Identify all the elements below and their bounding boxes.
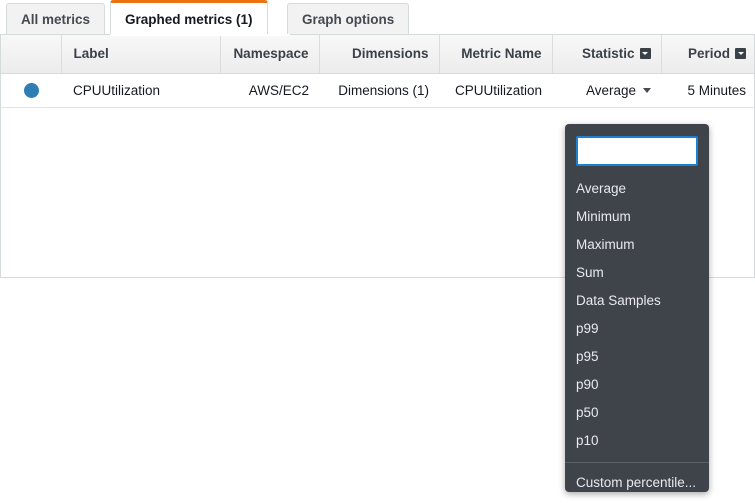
table-row[interactable]: CPUUtilization AWS/EC2 Dimensions (1) CP… [1,73,755,107]
column-header-dimensions-text: Dimensions [352,46,429,61]
statistic-option-data-samples[interactable]: Data Samples [565,287,709,315]
statistic-option-minimum[interactable]: Minimum [565,203,709,231]
tab-all-metrics[interactable]: All metrics [6,3,105,35]
tab-bar: All metrics Graphed metrics (1) Graph op… [0,0,755,38]
statistic-option-maximum[interactable]: Maximum [565,231,709,259]
column-header-period[interactable]: Period [661,35,755,73]
statistic-option-p10[interactable]: p10 [565,427,709,455]
column-header-namespace[interactable]: Namespace [220,35,319,73]
period-column-menu-icon[interactable] [735,48,746,59]
row-label-cell[interactable]: CPUUtilization [61,73,220,107]
row-namespace-cell: AWS/EC2 [220,73,319,107]
tab-graph-options-label: Graph options [302,12,394,27]
statistic-option-average[interactable]: Average [565,175,709,203]
column-header-metric-name[interactable]: Metric Name [439,35,552,73]
table-body: CPUUtilization AWS/EC2 Dimensions (1) CP… [1,73,755,107]
tab-graphed-metrics[interactable]: Graphed metrics (1) [110,0,268,35]
statistic-option-p90[interactable]: p90 [565,371,709,399]
statistic-search-input[interactable] [576,136,698,166]
row-metric-name-cell: CPUUtilization [439,73,552,107]
column-header-dimensions[interactable]: Dimensions [319,35,439,73]
statistic-option-sum[interactable]: Sum [565,259,709,287]
column-header-label[interactable]: Label [61,35,220,73]
column-header-period-text: Period [688,46,730,61]
statistic-option-custom-percentile[interactable]: Custom percentile... [565,469,709,492]
statistic-option-p95[interactable]: p95 [565,343,709,371]
tab-bar-active-gap [110,34,290,36]
statistic-value-text: Average [586,83,636,98]
graphed-metrics-table: Label Namespace Dimensions Metric Name S… [1,35,755,108]
tab-graph-options[interactable]: Graph options [287,3,409,35]
statistic-option-p99[interactable]: p99 [565,315,709,343]
column-header-statistic[interactable]: Statistic [552,35,661,73]
table-header: Label Namespace Dimensions Metric Name S… [1,35,755,73]
statistic-dropdown-search-wrap [565,124,709,175]
series-color-dot-icon[interactable] [24,83,39,98]
statistic-dropdown-menu[interactable]: Average Minimum Maximum Sum Data Samples… [565,124,709,492]
table-header-row: Label Namespace Dimensions Metric Name S… [1,35,755,73]
row-color-cell [1,73,61,107]
column-header-statistic-text: Statistic [582,46,635,61]
column-header-label-text: Label [74,46,109,61]
row-period-cell[interactable]: 5 Minutes [661,73,755,107]
statistic-option-p50[interactable]: p50 [565,399,709,427]
row-dimensions-cell[interactable]: Dimensions (1) [319,73,439,107]
statistic-dropdown-trigger[interactable]: Average [586,83,651,98]
column-header-color-select [1,35,61,73]
tab-all-metrics-label: All metrics [21,12,90,27]
statistic-dropdown-separator [565,462,709,463]
tab-graphed-metrics-label: Graphed metrics (1) [125,12,253,27]
row-statistic-cell[interactable]: Average [552,73,661,107]
column-header-metric-name-text: Metric Name [461,46,541,61]
chevron-down-icon [643,88,651,93]
statistic-option-list: Average Minimum Maximum Sum Data Samples… [565,175,709,455]
column-header-namespace-text: Namespace [233,46,308,61]
statistic-column-menu-icon[interactable] [640,48,651,59]
